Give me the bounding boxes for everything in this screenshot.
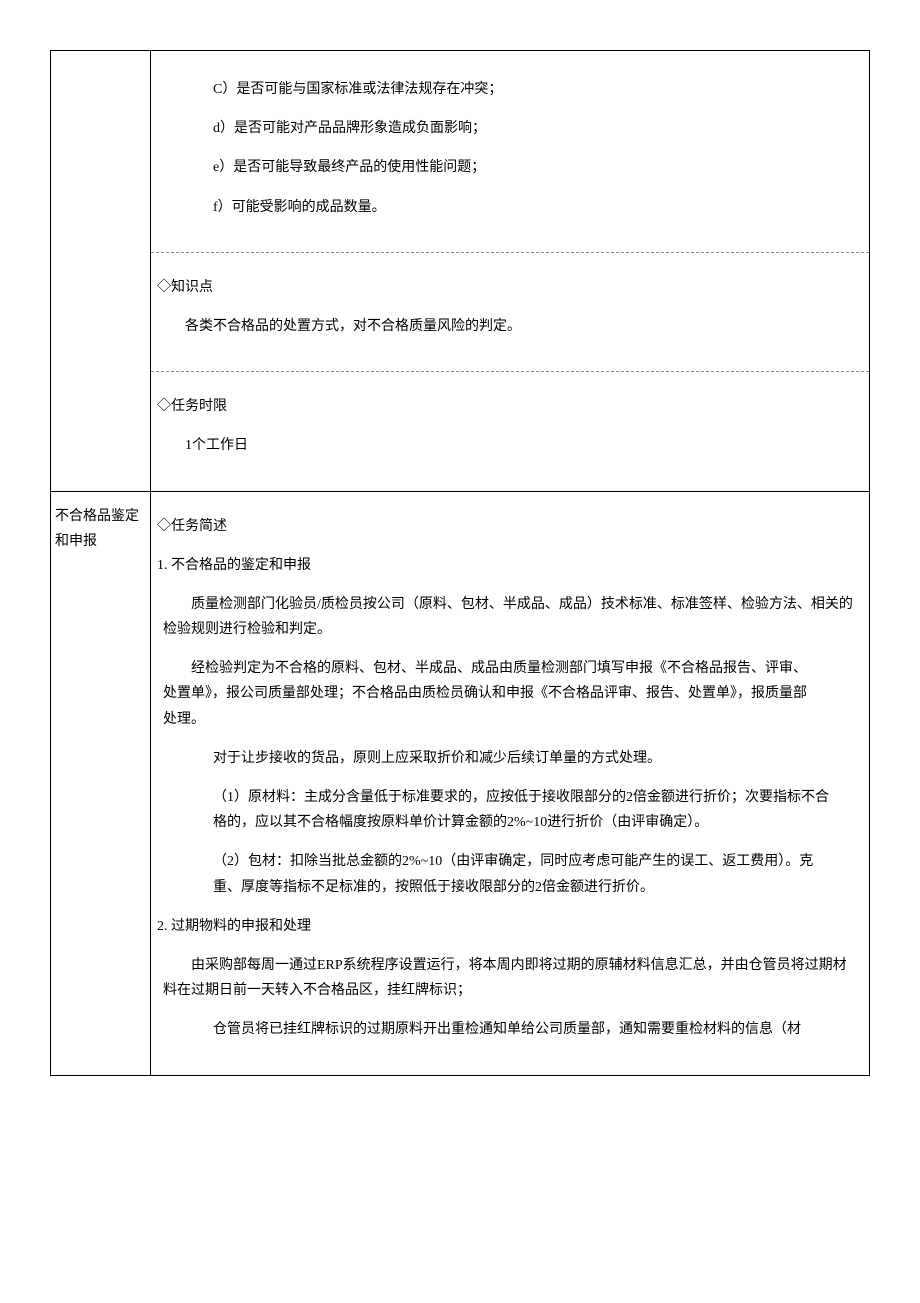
row1-knowledge-block: ◇知识点 各类不合格品的处置方式，对不合格质量风险的判定。 [151,253,869,372]
row2-content-block: ◇任务简述 1. 不合格品的鉴定和申报 质量检测部门化验员/质检员按公司（原料、… [151,492,869,1075]
sec2-title: 2. 过期物料的申报和处理 [157,914,863,939]
knowledge-text: 各类不合格品的处置方式，对不合格质量风险的判定。 [185,314,863,339]
sec1-p4: （1）原材料：主成分含量低于标准要求的，应按低于接收限部分的2倍金额进行折价；次… [213,785,835,835]
brief-label: ◇任务简述 [157,514,863,539]
row1-items-block: C）是否可能与国家标准或法律法规存在冲突； d）是否可能对产品品牌形象造成负面影… [151,51,869,253]
item-e: e）是否可能导致最终产品的使用性能问题； [213,155,863,180]
document-table: C）是否可能与国家标准或法律法规存在冲突； d）是否可能对产品品牌形象造成负面影… [50,50,870,1076]
sec2-p1: 由采购部每周一通过ERP系统程序设置运行，将本周内即将过期的原辅材料信息汇总，并… [163,953,857,1003]
sec1-p1: 质量检测部门化验员/质检员按公司（原料、包材、半成品、成品）技术标准、标准签样、… [163,592,857,642]
item-f: f）可能受影响的成品数量。 [213,195,863,220]
row1-deadline-block: ◇任务时限 1个工作日 [151,372,869,490]
sec1-p5: （2）包材：扣除当批总金额的2%~10（由评审确定，同时应考虑可能产生的误工、返… [213,849,835,899]
row1-content-cell: C）是否可能与国家标准或法律法规存在冲突； d）是否可能对产品品牌形象造成负面影… [151,51,870,492]
table-row: 不合格品鉴定和申报 ◇任务简述 1. 不合格品的鉴定和申报 质量检测部门化验员/… [51,491,870,1075]
table-row: C）是否可能与国家标准或法律法规存在冲突； d）是否可能对产品品牌形象造成负面影… [51,51,870,492]
item-d: d）是否可能对产品品牌形象造成负面影响； [213,116,863,141]
deadline-text: 1个工作日 [185,433,863,458]
row1-label-cell [51,51,151,492]
row2-content-cell: ◇任务简述 1. 不合格品的鉴定和申报 质量检测部门化验员/质检员按公司（原料、… [151,491,870,1075]
deadline-label: ◇任务时限 [157,394,863,419]
sec2-p2: 仓管员将已挂红牌标识的过期原料开出重检通知单给公司质量部，通知需要重检材料的信息… [213,1017,863,1042]
sec1-p2: 经检验判定为不合格的原料、包材、半成品、成品由质量检测部门填写申报《不合格品报告… [163,656,813,732]
knowledge-label: ◇知识点 [157,275,863,300]
sec1-title: 1. 不合格品的鉴定和申报 [157,553,863,578]
row2-label-cell: 不合格品鉴定和申报 [51,491,151,1075]
item-c: C）是否可能与国家标准或法律法规存在冲突； [213,77,863,102]
sec1-p3: 对于让步接收的货品，原则上应采取折价和减少后续订单量的方式处理。 [213,746,863,771]
